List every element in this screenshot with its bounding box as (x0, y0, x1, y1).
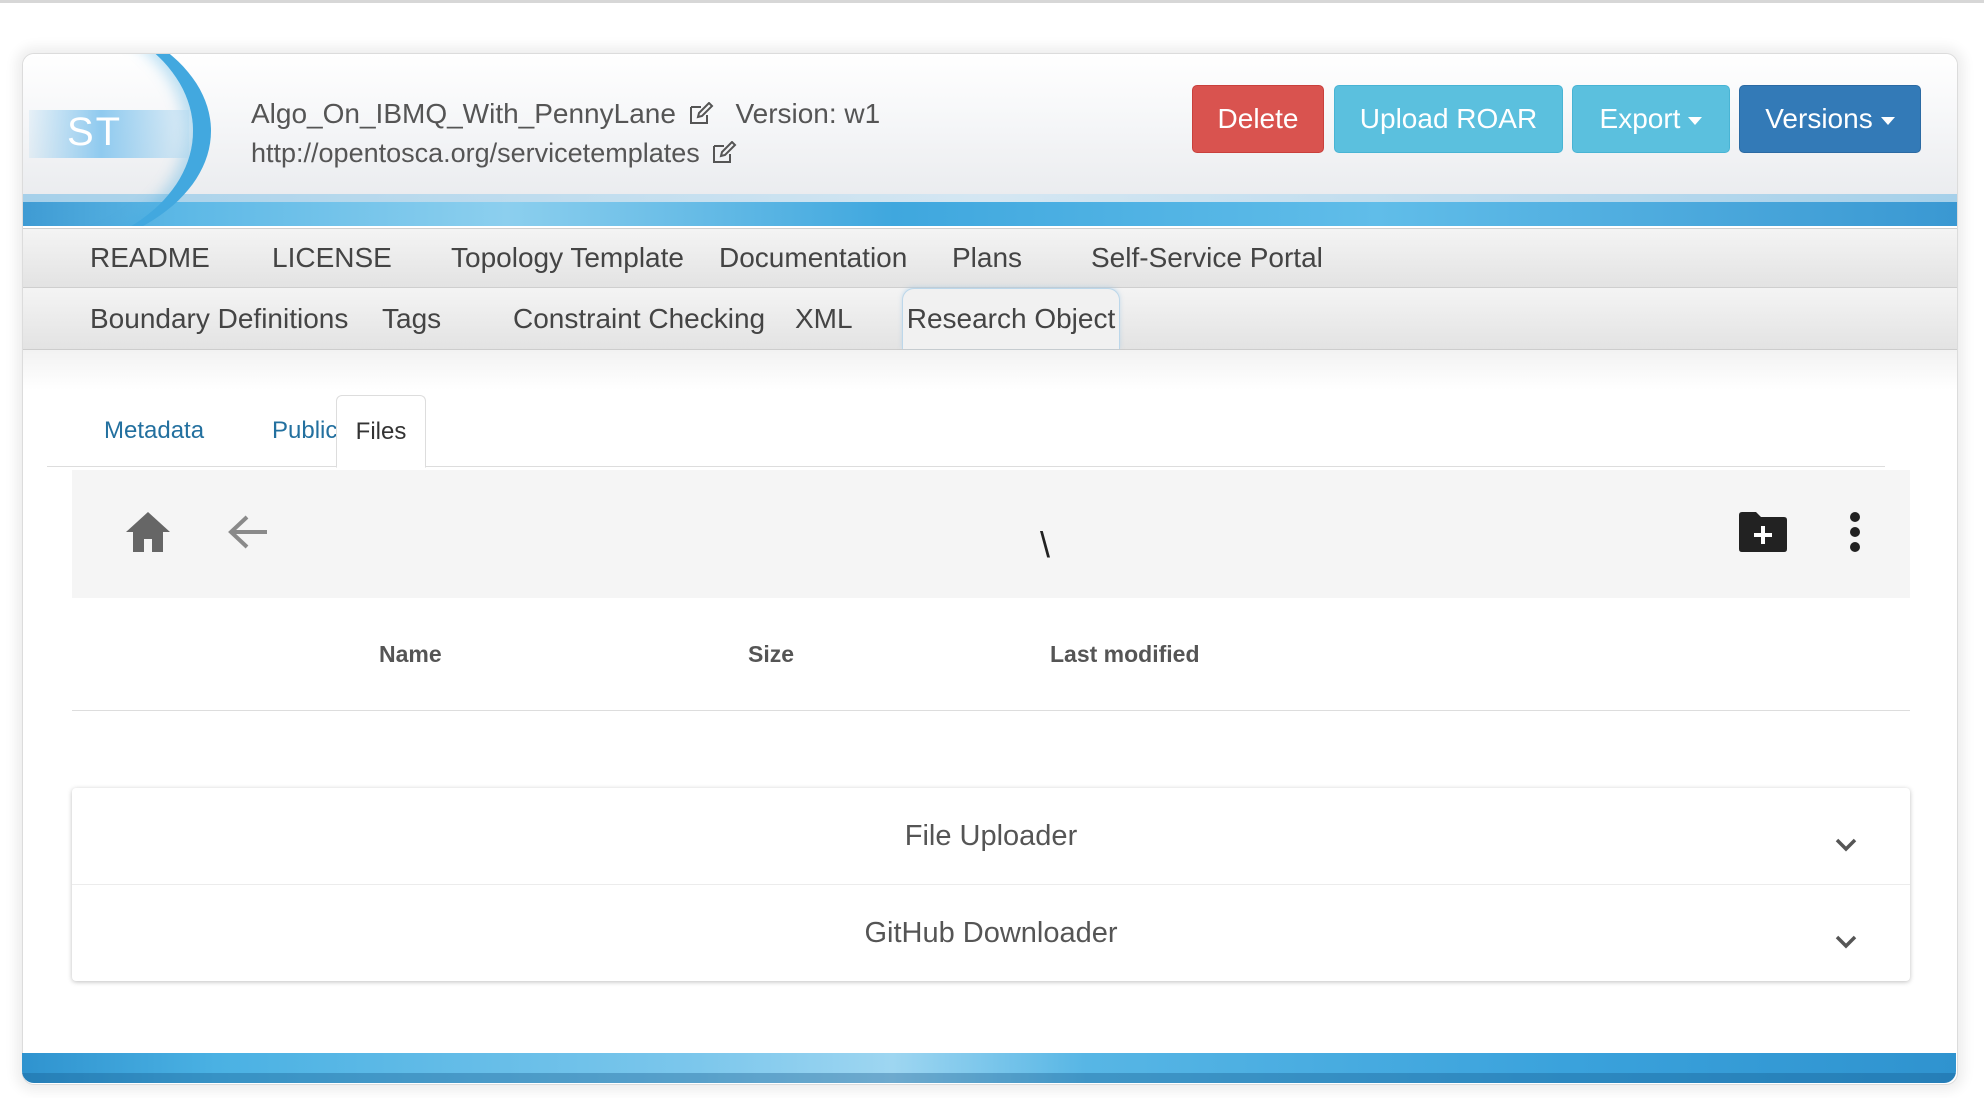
github-downloader-title: GitHub Downloader (864, 916, 1118, 949)
tab-license[interactable]: LICENSE (272, 229, 392, 287)
footer-wrapper (22, 1053, 1956, 1083)
header-stripe (23, 202, 1957, 226)
nav-row-1: README LICENSE Topology Template Documen… (23, 228, 1957, 287)
tab-metadata[interactable]: Metadata (104, 395, 204, 467)
chevron-down-icon[interactable] (1834, 925, 1858, 958)
title-line: Algo_On_IBMQ_With_PennyLane Version: w1 (251, 98, 880, 133)
tab-tags[interactable]: Tags (382, 288, 441, 349)
top-border (0, 0, 1984, 3)
delete-button[interactable]: Delete (1192, 85, 1324, 153)
upload-roar-button[interactable]: Upload ROAR (1334, 85, 1563, 153)
version-label: Version: w1 (735, 98, 881, 129)
tab-plans[interactable]: Plans (952, 229, 1022, 287)
tab-readme[interactable]: README (90, 229, 210, 287)
caret-down-icon (1880, 117, 1895, 125)
github-downloader-panel[interactable]: GitHub Downloader (72, 885, 1910, 981)
st-logo: ST (23, 54, 213, 226)
export-label: Export (1599, 103, 1681, 134)
tab-topology-template[interactable]: Topology Template (451, 229, 684, 287)
current-path: \ (1040, 524, 1051, 565)
logo-text: ST (67, 110, 123, 154)
upload-accordion: File Uploader GitHub Downloader (72, 788, 1910, 981)
footer-stripe (22, 1053, 1956, 1083)
versions-dropdown-button[interactable]: Versions (1739, 85, 1921, 153)
tab-self-service-portal[interactable]: Self-Service Portal (1091, 229, 1323, 287)
versions-label: Versions (1765, 103, 1873, 134)
column-name[interactable]: Name (379, 641, 442, 668)
research-object-tabs: Metadata Publication Files (47, 395, 1885, 468)
file-browser-toolbar: \ (72, 470, 1910, 598)
header: ST Algo_On_IBMQ_With_PennyLane Version: … (23, 54, 1957, 226)
edit-name-icon[interactable] (688, 101, 714, 133)
file-uploader-panel[interactable]: File Uploader (72, 788, 1910, 885)
tab-research-object[interactable]: Research Object (902, 288, 1120, 349)
tab-xml[interactable]: XML (795, 288, 853, 349)
namespace: http://opentosca.org/servicetemplates (251, 138, 700, 168)
home-icon[interactable] (124, 508, 172, 556)
tab-constraint-checking[interactable]: Constraint Checking (513, 288, 765, 349)
new-folder-icon[interactable] (1736, 508, 1790, 556)
arrow-back-icon[interactable] (224, 508, 272, 556)
export-dropdown-button[interactable]: Export (1572, 85, 1730, 153)
tab-documentation[interactable]: Documentation (719, 229, 907, 287)
chevron-down-icon[interactable] (1834, 828, 1858, 861)
more-vert-icon[interactable] (1840, 508, 1870, 556)
tab-files[interactable]: Files (336, 395, 426, 468)
upload-roar-label: Upload ROAR (1359, 103, 1538, 134)
edit-namespace-icon[interactable] (711, 140, 737, 172)
service-template-name: Algo_On_IBMQ_With_PennyLane (251, 98, 676, 129)
caret-down-icon (1688, 117, 1703, 125)
namespace-line: http://opentosca.org/servicetemplates (251, 138, 737, 172)
column-last-modified[interactable]: Last modified (1050, 641, 1200, 668)
nav-row-2: Boundary Definitions Tags Constraint Che… (23, 287, 1957, 351)
delete-button-label: Delete (1217, 103, 1299, 134)
column-size[interactable]: Size (748, 641, 794, 668)
file-uploader-title: File Uploader (904, 819, 1078, 852)
column-divider (72, 710, 1910, 711)
tab-boundary-definitions[interactable]: Boundary Definitions (90, 288, 348, 349)
